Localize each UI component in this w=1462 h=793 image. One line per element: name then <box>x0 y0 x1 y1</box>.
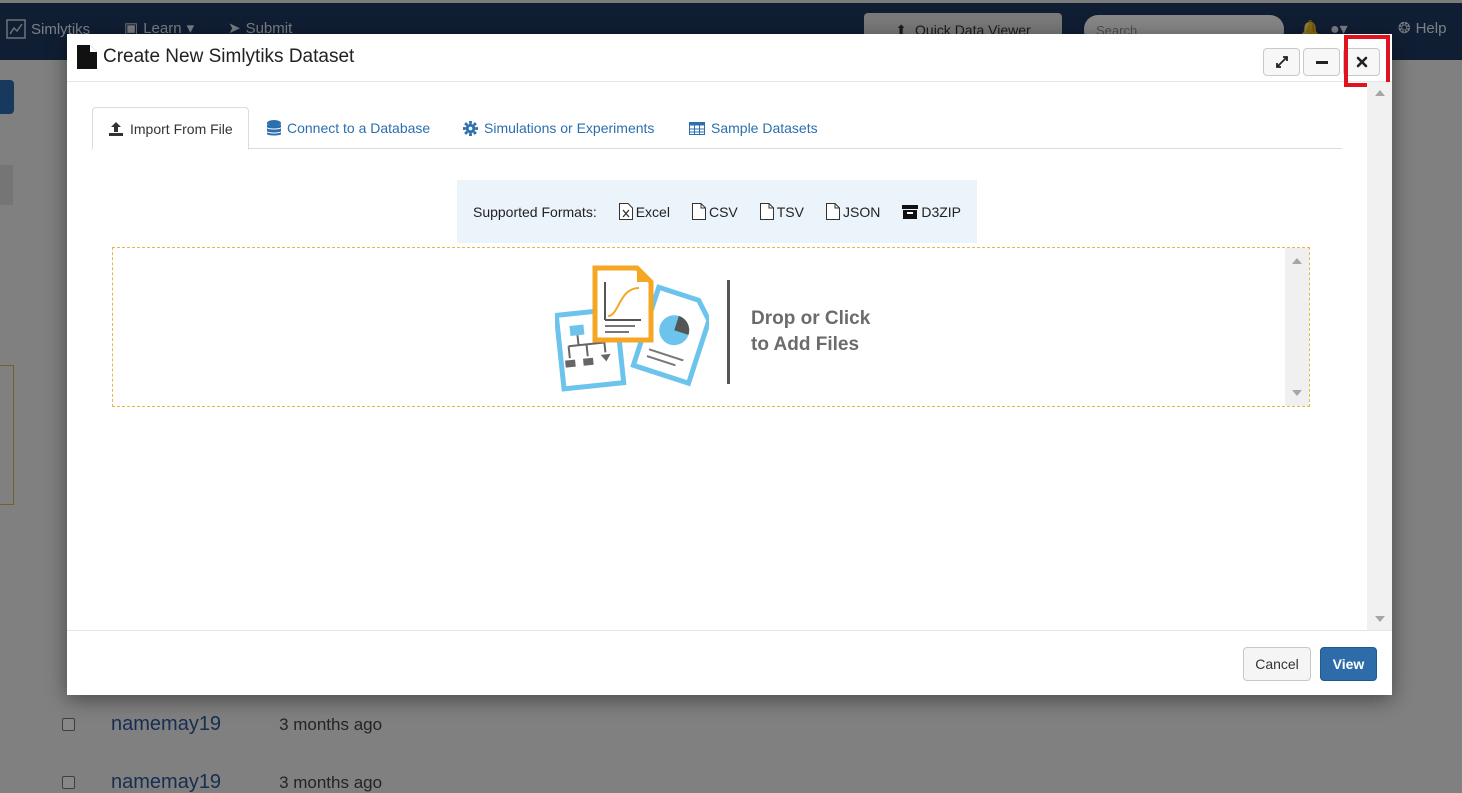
tab-sample-datasets[interactable]: Sample Datasets <box>674 107 833 149</box>
tab-label: Sample Datasets <box>711 120 818 136</box>
create-dataset-dialog: Create New Simlytiks Dataset Import From… <box>67 34 1392 695</box>
scroll-up-arrow-icon[interactable] <box>1375 90 1385 96</box>
tab-import-from-file[interactable]: Import From File <box>92 107 249 150</box>
file-outline-icon <box>691 203 706 220</box>
tab-connect-database[interactable]: Connect to a Database <box>252 107 445 149</box>
upload-icon <box>109 121 123 136</box>
dialog-footer: Cancel View <box>67 630 1392 695</box>
dialog-title-text: Create New Simlytiks Dataset <box>103 46 355 67</box>
maximize-button[interactable] <box>1263 48 1300 76</box>
files-illustration-icon <box>553 264 712 397</box>
gear-icon <box>463 120 478 136</box>
minimize-button[interactable] <box>1303 48 1340 76</box>
file-dropzone[interactable]: Drop or Click to Add Files <box>112 247 1310 407</box>
supported-formats-banner: Supported Formats: Excel CSV TSV JSON D3… <box>457 180 977 243</box>
tab-label: Connect to a Database <box>287 120 431 136</box>
tab-simulations-experiments[interactable]: Simulations or Experiments <box>448 107 669 149</box>
scroll-up-arrow-icon[interactable] <box>1292 258 1302 264</box>
format-json: JSON <box>825 203 881 220</box>
format-csv: CSV <box>691 203 738 220</box>
dropzone-scrollbar[interactable] <box>1285 248 1309 406</box>
dialog-header: Create New Simlytiks Dataset <box>67 34 1392 82</box>
dialog-scrollbar[interactable] <box>1367 82 1392 630</box>
tab-bar: Import From File Connect to a Database S… <box>92 107 1342 150</box>
file-outline-icon <box>759 203 774 220</box>
scroll-down-arrow-icon[interactable] <box>1292 390 1302 396</box>
archive-icon <box>902 204 919 219</box>
dropzone-divider <box>727 280 730 384</box>
tab-label: Import From File <box>130 120 233 137</box>
format-tsv: TSV <box>759 203 804 220</box>
close-button-highlight <box>1344 35 1390 87</box>
view-button[interactable]: View <box>1320 647 1377 681</box>
format-excel: Excel <box>618 203 670 220</box>
file-outline-icon <box>825 203 840 220</box>
minus-icon <box>1315 61 1328 64</box>
format-json-label: JSON <box>842 203 881 220</box>
formats-label: Supported Formats: <box>472 203 597 220</box>
dropzone-line-1: Drop or Click <box>751 308 871 329</box>
format-d3zip: D3ZIP <box>902 204 961 220</box>
tab-label: Simulations or Experiments <box>484 120 655 136</box>
database-icon <box>267 120 281 136</box>
scroll-down-arrow-icon[interactable] <box>1375 616 1385 622</box>
expand-icon <box>1275 56 1288 68</box>
table-icon <box>689 121 705 135</box>
dialog-title: Create New Simlytiks Dataset <box>77 45 354 69</box>
excel-file-icon <box>618 203 633 220</box>
file-icon <box>77 45 97 69</box>
dialog-body: Import From File Connect to a Database S… <box>67 82 1367 630</box>
dropzone-line-2: to Add Files <box>751 334 860 355</box>
format-tsv-label: TSV <box>776 203 804 220</box>
dropzone-prompt[interactable]: Drop or Click to Add Files <box>751 306 870 358</box>
format-d3zip-label: D3ZIP <box>921 203 962 220</box>
cancel-button[interactable]: Cancel <box>1243 647 1311 681</box>
format-csv-label: CSV <box>708 203 738 220</box>
format-excel-label: Excel <box>635 203 670 220</box>
